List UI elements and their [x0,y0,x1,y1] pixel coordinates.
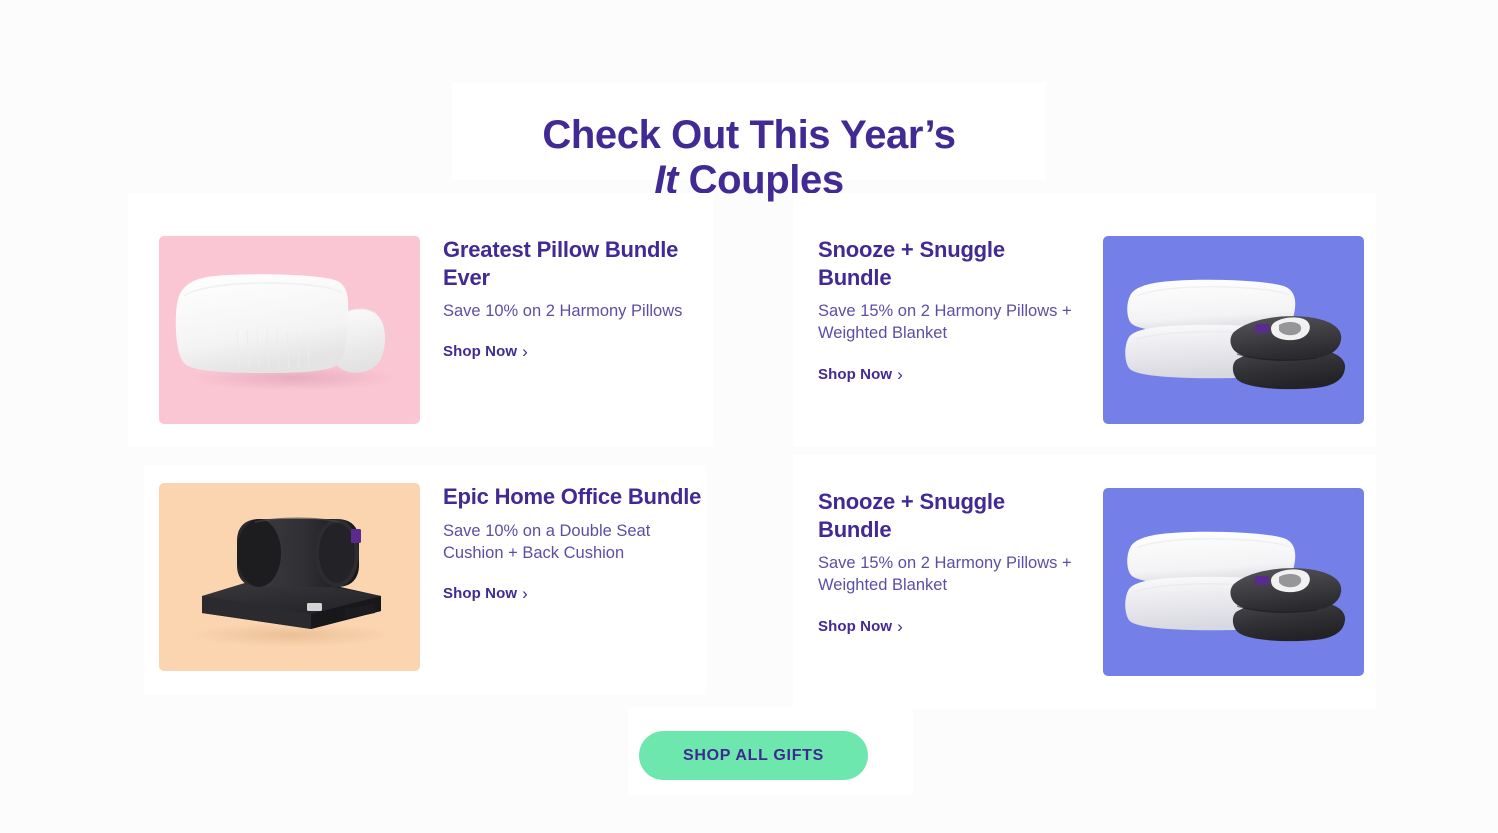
chevron-right-icon: › [897,364,903,384]
shop-now-link[interactable]: Shop Now › [443,343,528,360]
chevron-right-icon: › [522,584,528,604]
card-description: Save 15% on 2 Harmony Pillows + Weighted… [818,554,1072,595]
shop-now-label: Shop Now [818,617,893,635]
shop-now-label: Shop Now [443,343,518,361]
back-cushion-and-seat-cushion-on-peach-image [159,483,420,671]
card-text-block: Snooze + Snuggle Bundle Save 15% on 2 Ha… [818,488,1080,636]
promo-page: Check Out This Year’s It Couples Greates… [0,0,1498,833]
stacked-pillows-and-weighted-blanket-on-blue-image [1103,488,1364,676]
card-text-block: Epic Home Office Bundle Save 10% on a Do… [443,483,705,603]
card-description: Save 15% on 2 Harmony Pillows + Weighted… [818,302,1072,343]
card-title: Greatest Pillow Bundle Ever [443,237,679,290]
chevron-right-icon: › [897,616,903,636]
card-description: Save 10% on a Double Seat Cushion + Back… [443,521,651,562]
product-card-snooze-snuggle-bundle-1[interactable]: Snooze + Snuggle Bundle Save 15% on 2 Ha… [818,236,1364,424]
shop-now-link[interactable]: Shop Now › [818,366,903,383]
stacked-pillows-and-weighted-blanket-on-blue-image [1103,236,1364,424]
chevron-right-icon: › [522,342,528,362]
cta-container: SHOP ALL GIFTS [639,731,868,780]
heading-panel: Check Out This Year’s It Couples [452,82,1046,202]
shop-now-label: Shop Now [443,585,518,603]
card-title: Epic Home Office Bundle [443,484,702,509]
card-description: Save 10% on 2 Harmony Pillows [443,302,683,320]
card-text-block: Snooze + Snuggle Bundle Save 15% on 2 Ha… [818,236,1080,384]
card-title: Snooze + Snuggle Bundle [818,489,1005,542]
page-title-line-1: Check Out This Year’s [542,113,956,157]
shop-all-gifts-button[interactable]: SHOP ALL GIFTS [639,731,868,780]
shop-now-link[interactable]: Shop Now › [443,585,528,602]
two-white-pillows-on-pink-image [159,236,420,424]
shop-now-label: Shop Now [818,365,893,383]
product-card-greatest-pillow-bundle[interactable]: Greatest Pillow Bundle Ever Save 10% on … [159,236,705,424]
product-card-epic-home-office-bundle[interactable]: Epic Home Office Bundle Save 10% on a Do… [159,483,705,671]
card-title: Snooze + Snuggle Bundle [818,237,1005,290]
product-card-snooze-snuggle-bundle-2[interactable]: Snooze + Snuggle Bundle Save 15% on 2 Ha… [818,488,1364,676]
card-text-block: Greatest Pillow Bundle Ever Save 10% on … [443,236,705,361]
shop-now-link[interactable]: Shop Now › [818,618,903,635]
